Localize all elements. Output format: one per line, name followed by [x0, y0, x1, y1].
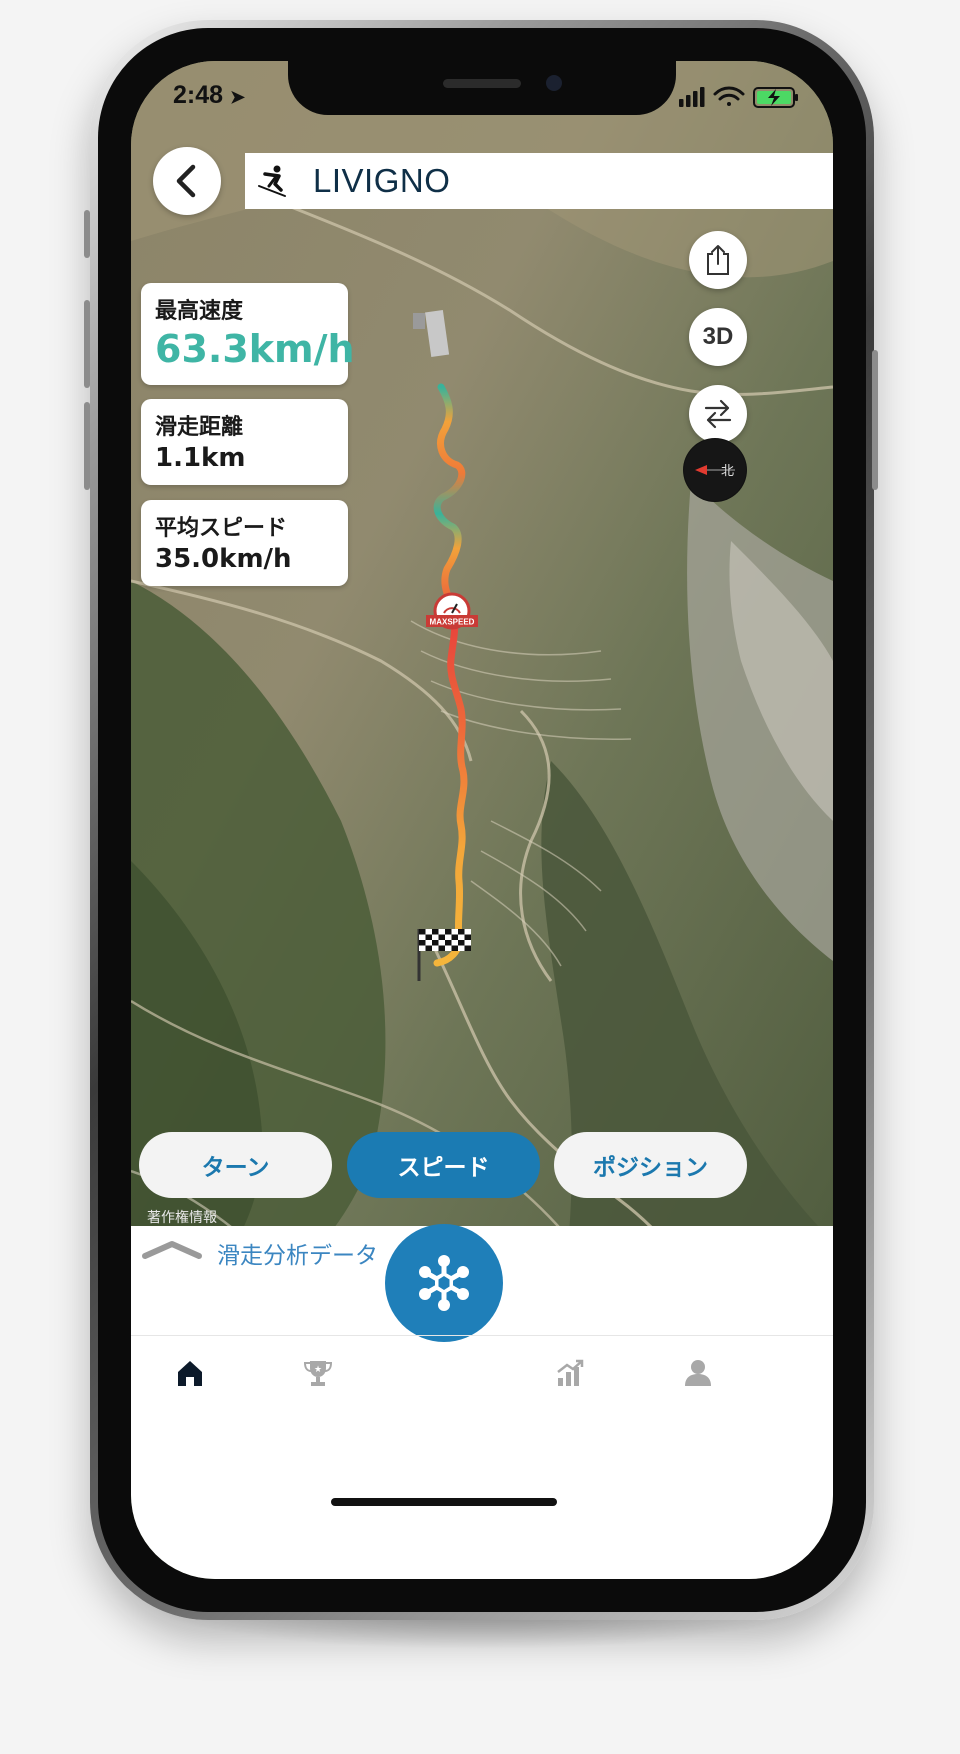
- max-speed-card: 最高速度 63.3km/h: [141, 283, 355, 385]
- max-speed-label: 最高速度: [155, 299, 244, 324]
- avg-speed-label: 平均スピード: [155, 516, 288, 541]
- chevron-up-icon[interactable]: [141, 1238, 203, 1260]
- snowflake-icon: [419, 1255, 469, 1311]
- swap-direction-button[interactable]: [689, 385, 747, 443]
- wifi-icon: [713, 86, 745, 106]
- home-indicator: [331, 1498, 557, 1506]
- skier-icon: [258, 165, 286, 197]
- share-icon: [707, 245, 729, 275]
- view-3d-button[interactable]: 3D: [689, 308, 747, 366]
- record-fab-button[interactable]: [385, 1224, 503, 1342]
- volume-up-button: [84, 300, 90, 388]
- profile-icon[interactable]: [683, 1358, 713, 1388]
- status-icons: [679, 86, 798, 108]
- cellular-signal-icon: [679, 87, 705, 107]
- location-arrow-icon: ➤: [230, 87, 246, 107]
- tab-turn[interactable]: ターン: [139, 1132, 332, 1198]
- map-copyright-link[interactable]: 著作権情報: [147, 1207, 217, 1227]
- svg-text:MAXSPEED: MAXSPEED: [430, 618, 475, 627]
- notch: [288, 61, 676, 115]
- avg-speed-value: 35.0km/h: [155, 544, 292, 574]
- back-button[interactable]: [153, 147, 221, 215]
- resort-title-bar: LIVIGNO: [245, 153, 833, 209]
- volume-down-button: [84, 402, 90, 490]
- svg-text:北: 北: [721, 464, 734, 479]
- silent-switch: [84, 210, 90, 258]
- status-time-text: 2:48: [173, 81, 224, 109]
- distance-card: 滑走距離 1.1km: [141, 399, 348, 485]
- view-3d-label: 3D: [702, 323, 734, 350]
- tab-bar: ★: [131, 1335, 833, 1416]
- compass-icon[interactable]: 北: [683, 438, 747, 502]
- share-button[interactable]: [689, 231, 747, 289]
- distance-label: 滑走距離: [155, 415, 244, 440]
- resort-title: LIVIGNO: [313, 162, 451, 199]
- tab-position[interactable]: ポジション: [554, 1132, 747, 1198]
- status-time: 2:48 ➤: [173, 81, 245, 110]
- phone-screen: MAXSPEED 2:48 ➤ LIVIGNO 3D 北 最高速度 63.3km…: [131, 61, 833, 1579]
- speaker: [443, 79, 521, 88]
- distance-value: 1.1km: [155, 443, 246, 473]
- tab-speed[interactable]: スピード: [347, 1132, 540, 1198]
- front-camera: [546, 75, 562, 91]
- stats-icon[interactable]: [555, 1358, 585, 1388]
- chevron-left-icon: [176, 164, 196, 198]
- analysis-panel: 滑走分析データ ★: [131, 1224, 833, 1579]
- svg-text:★: ★: [314, 1365, 322, 1375]
- analysis-data-label[interactable]: 滑走分析データ: [217, 1236, 378, 1270]
- swap-arrows-icon: [704, 399, 732, 429]
- home-icon[interactable]: [175, 1358, 205, 1388]
- power-button: [872, 350, 878, 490]
- avg-speed-card: 平均スピード 35.0km/h: [141, 500, 348, 586]
- battery-charging-icon: [753, 87, 798, 108]
- max-speed-value: 63.3km/h: [155, 327, 355, 371]
- trophy-icon[interactable]: ★: [303, 1358, 333, 1388]
